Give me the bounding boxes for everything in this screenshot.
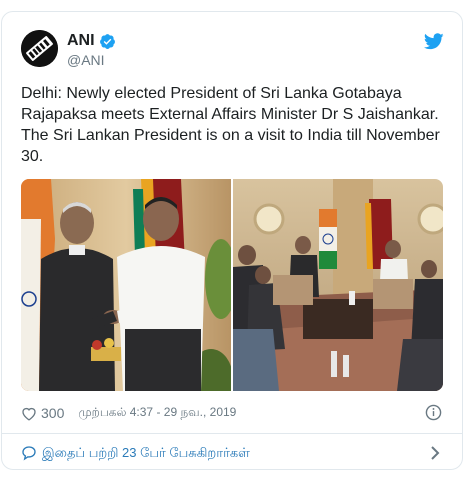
like-count[interactable]: 300 <box>41 405 64 421</box>
tweet-header: ANI @ANI <box>21 30 448 70</box>
tweet-card: ANI @ANI Delhi: Newly elected President … <box>1 11 463 470</box>
twitter-bird-icon[interactable] <box>423 33 444 50</box>
ani-logo-icon <box>21 30 58 67</box>
avatar[interactable] <box>21 30 58 67</box>
author-names[interactable]: ANI @ANI <box>67 31 116 68</box>
tweet-meta: 300 முற்பகல் 4:37 - 29 நவ., 2019 <box>21 403 448 423</box>
photo-delegation-meeting[interactable] <box>233 179 443 391</box>
verified-badge-icon <box>99 33 116 50</box>
replies-text[interactable]: இதைப் பற்றி 23 பேர் பேசுகிறார்கள் <box>42 445 250 462</box>
heart-icon[interactable] <box>21 406 37 421</box>
tweet-text: Delhi: Newly elected President of Sri La… <box>21 85 440 165</box>
photo-handshake[interactable] <box>21 179 231 391</box>
speech-bubble-icon <box>21 445 37 461</box>
chevron-right-icon[interactable] <box>430 446 440 460</box>
display-name[interactable]: ANI <box>67 32 95 50</box>
tweet-timestamp[interactable]: முற்பகல் 4:37 - 29 நவ., 2019 <box>78 405 236 421</box>
divider <box>2 433 462 434</box>
handle[interactable]: @ANI <box>67 52 116 68</box>
info-icon[interactable] <box>425 404 442 421</box>
tweet-media[interactable] <box>21 179 443 391</box>
replies-link[interactable]: இதைப் பற்றி 23 பேர் பேசுகிறார்கள் <box>21 441 448 465</box>
